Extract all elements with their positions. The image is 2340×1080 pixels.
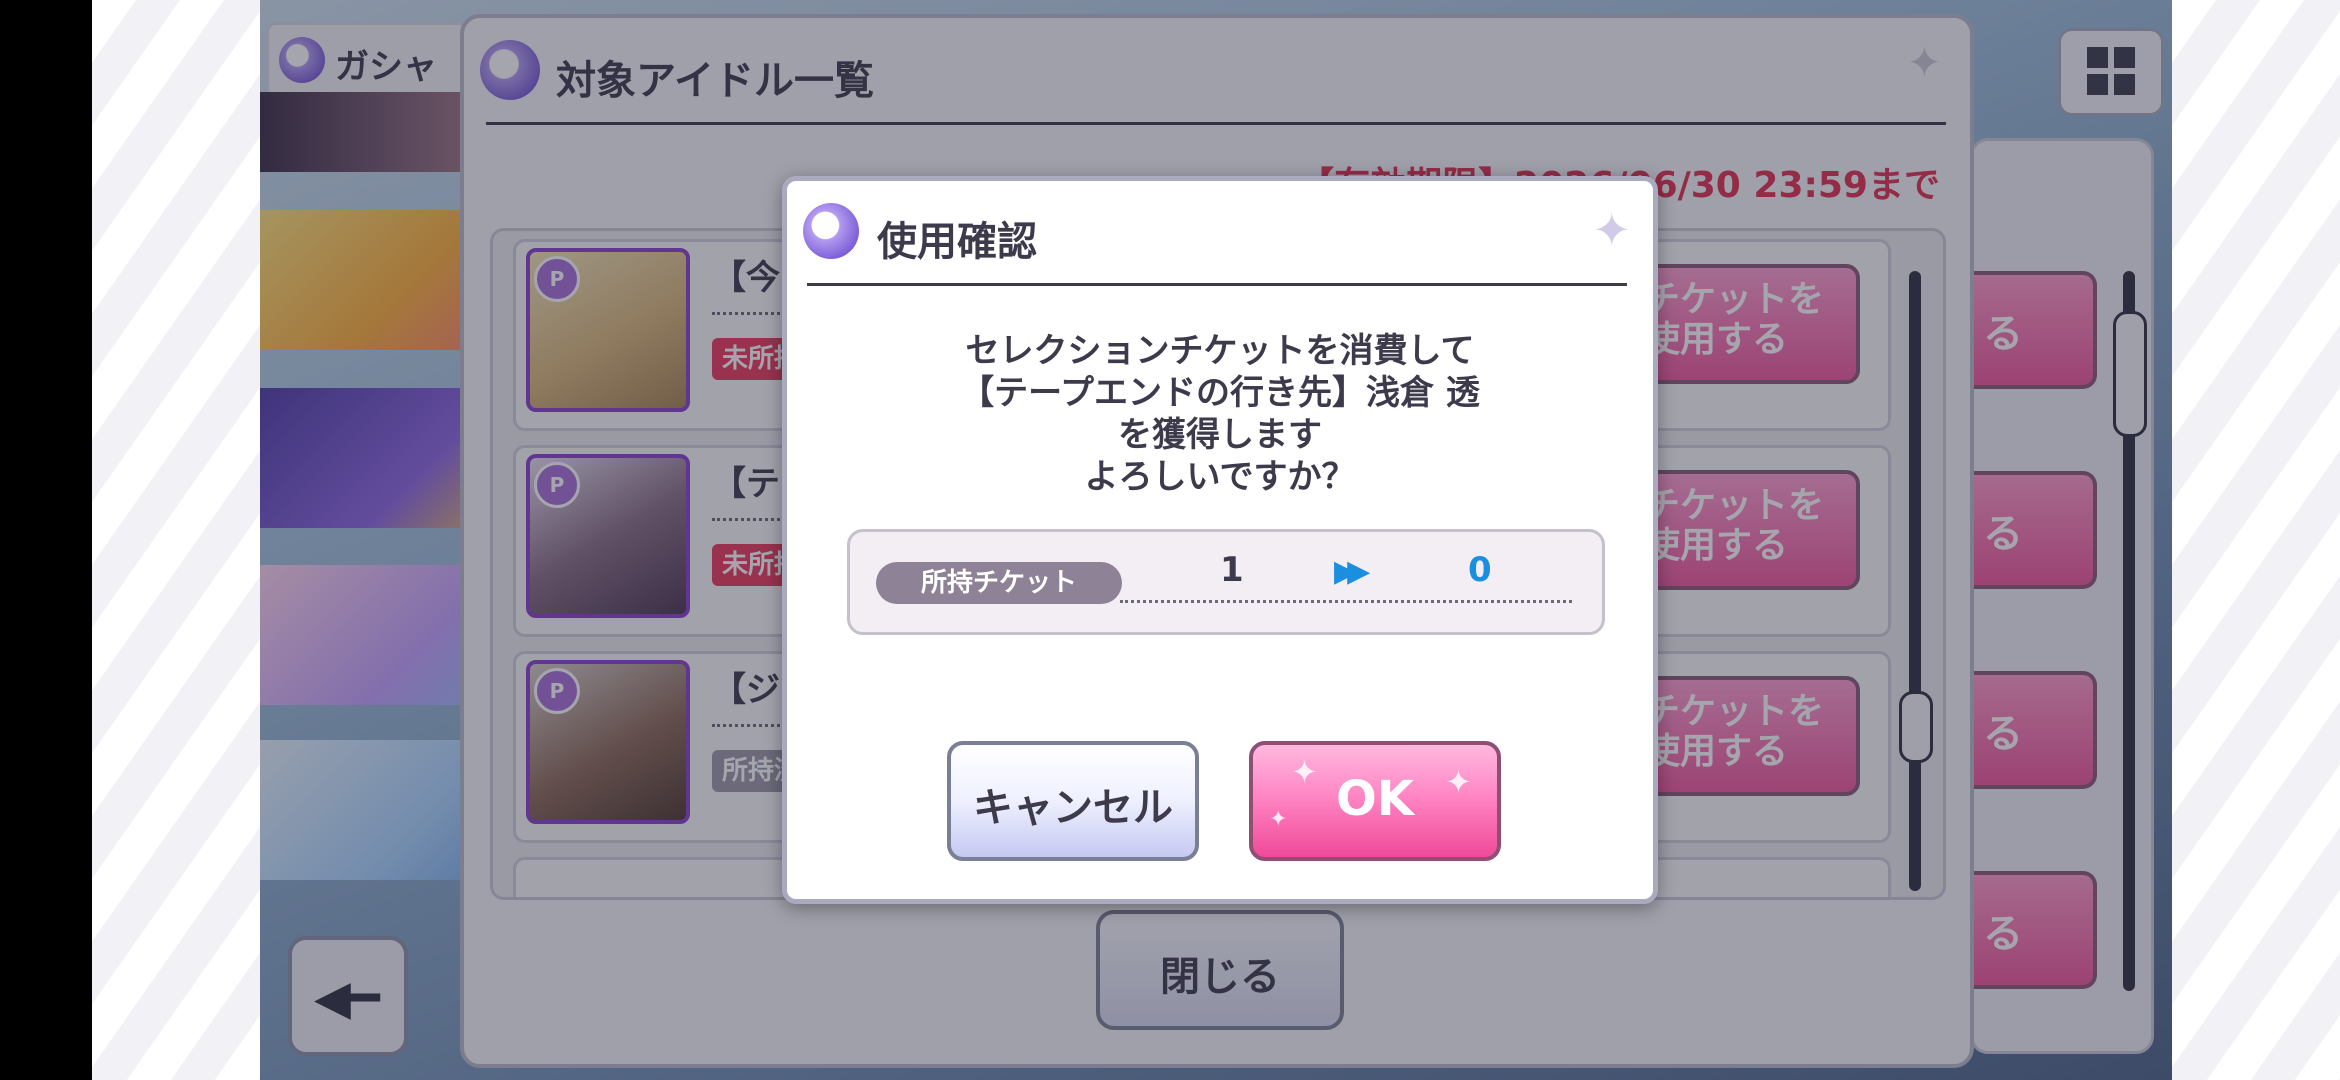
ok-button[interactable]: ✦ ✦ ✦ OK — [1249, 741, 1501, 861]
double-arrow-icon: ▶▶ — [1334, 554, 1370, 589]
left-letterbox — [92, 0, 260, 1080]
left-black-bar — [0, 0, 92, 1080]
ticket-count-before: 1 — [1220, 550, 1244, 590]
ticket-divider — [1120, 600, 1572, 603]
cancel-button[interactable]: キャンセル — [947, 741, 1199, 861]
ticket-label: 所持チケット — [876, 562, 1122, 604]
screen: ガシャ ◀━ る る る る 対象アイドル一覧 ✦ 【有効期限 — [0, 0, 2340, 1080]
ticket-count-after: 0 — [1468, 550, 1492, 590]
ok-button-label: OK — [1336, 771, 1414, 827]
dialog-divider — [807, 283, 1627, 286]
dialog-message-line: よろしいですか？ — [1084, 457, 1356, 497]
cancel-button-label: キャンセル — [973, 785, 1173, 831]
dialog-title-icon — [803, 203, 859, 259]
sparkle-icon: ✦ — [1592, 203, 1631, 257]
confirm-dialog: 使用確認 ✦ セレクションチケットを消費して 【テープエンドの行き先】浅倉 透 … — [782, 176, 1658, 904]
ticket-count-box: 所持チケット 1 ▶▶ 0 — [847, 529, 1605, 635]
right-letterbox — [2172, 0, 2340, 1080]
dialog-title: 使用確認 — [877, 219, 1037, 265]
game-view: ガシャ ◀━ る る る る 対象アイドル一覧 ✦ 【有効期限 — [260, 0, 2172, 1080]
